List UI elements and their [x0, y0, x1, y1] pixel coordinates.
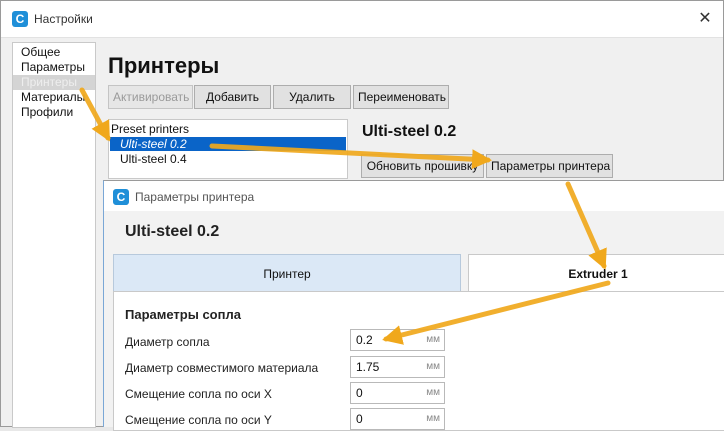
material-diameter-label: Диаметр совместимого материала	[125, 361, 319, 375]
printer-list: Preset printers Ulti-steel 0.2 Ulti-stee…	[108, 119, 348, 179]
field-value: 0.2	[356, 333, 373, 347]
dialog-title: Параметры принтера	[135, 190, 255, 204]
nav-item-printers[interactable]: Принтеры	[13, 75, 95, 90]
tab-printer[interactable]: Принтер	[113, 254, 461, 292]
field-value: 0	[356, 412, 363, 426]
extruder-settings-panel: Параметры сопла Диаметр сопла 0.2 мм Диа…	[113, 291, 724, 431]
material-diameter-input[interactable]: 1.75 мм	[350, 356, 445, 378]
remove-printer-button[interactable]: Удалить	[273, 85, 351, 109]
nozzle-offset-x-label: Смещение сопла по оси X	[125, 387, 272, 401]
add-printer-button[interactable]: Добавить	[194, 85, 271, 109]
tab-extruder-1[interactable]: Extruder 1	[468, 254, 724, 292]
unit-label: мм	[426, 361, 440, 372]
nav-item-profiles[interactable]: Профили	[13, 105, 95, 120]
nozzle-offset-x-input[interactable]: 0 мм	[350, 382, 445, 404]
printer-group-label: Preset printers	[111, 122, 190, 136]
nozzle-diameter-label: Диаметр сопла	[125, 335, 210, 349]
close-icon[interactable]: ✕	[695, 8, 715, 28]
rename-printer-button[interactable]: Переименовать	[353, 85, 449, 109]
unit-label: мм	[426, 334, 440, 345]
printer-settings-dialog: C Параметры принтера Ulti-steel 0.2 Прин…	[103, 180, 724, 431]
update-firmware-button[interactable]: Обновить прошивку	[361, 154, 484, 178]
field-value: 1.75	[356, 360, 380, 374]
settings-nav: Общее Параметры Принтеры Материалы Профи…	[12, 42, 96, 428]
nav-item-preferences[interactable]: Параметры	[13, 60, 95, 75]
section-title: Параметры сопла	[125, 307, 241, 322]
cura-logo-icon: C	[12, 11, 28, 27]
dialog-printer-name: Ulti-steel 0.2	[125, 223, 220, 240]
nozzle-diameter-input[interactable]: 0.2 мм	[350, 329, 445, 351]
field-value: 0	[356, 386, 363, 400]
window-title: Настройки	[34, 12, 93, 26]
title-bar: C Настройки ✕	[1, 1, 723, 38]
nav-item-general[interactable]: Общее	[13, 45, 95, 60]
printer-list-item[interactable]: Ulti-steel 0.4	[110, 152, 346, 166]
selected-printer-name: Ulti-steel 0.2	[362, 123, 457, 140]
nozzle-offset-y-label: Смещение сопла по оси Y	[125, 413, 272, 427]
nav-item-materials[interactable]: Материалы	[13, 90, 95, 105]
activate-button[interactable]: Активировать	[108, 85, 193, 109]
printer-list-item[interactable]: Ulti-steel 0.2	[110, 137, 346, 151]
printer-settings-button[interactable]: Параметры принтера	[486, 154, 613, 178]
page-title: Принтеры	[108, 53, 220, 78]
unit-label: мм	[426, 413, 440, 424]
unit-label: мм	[426, 387, 440, 398]
dialog-title-bar: C Параметры принтера	[104, 181, 724, 211]
cura-logo-icon: C	[113, 189, 129, 205]
